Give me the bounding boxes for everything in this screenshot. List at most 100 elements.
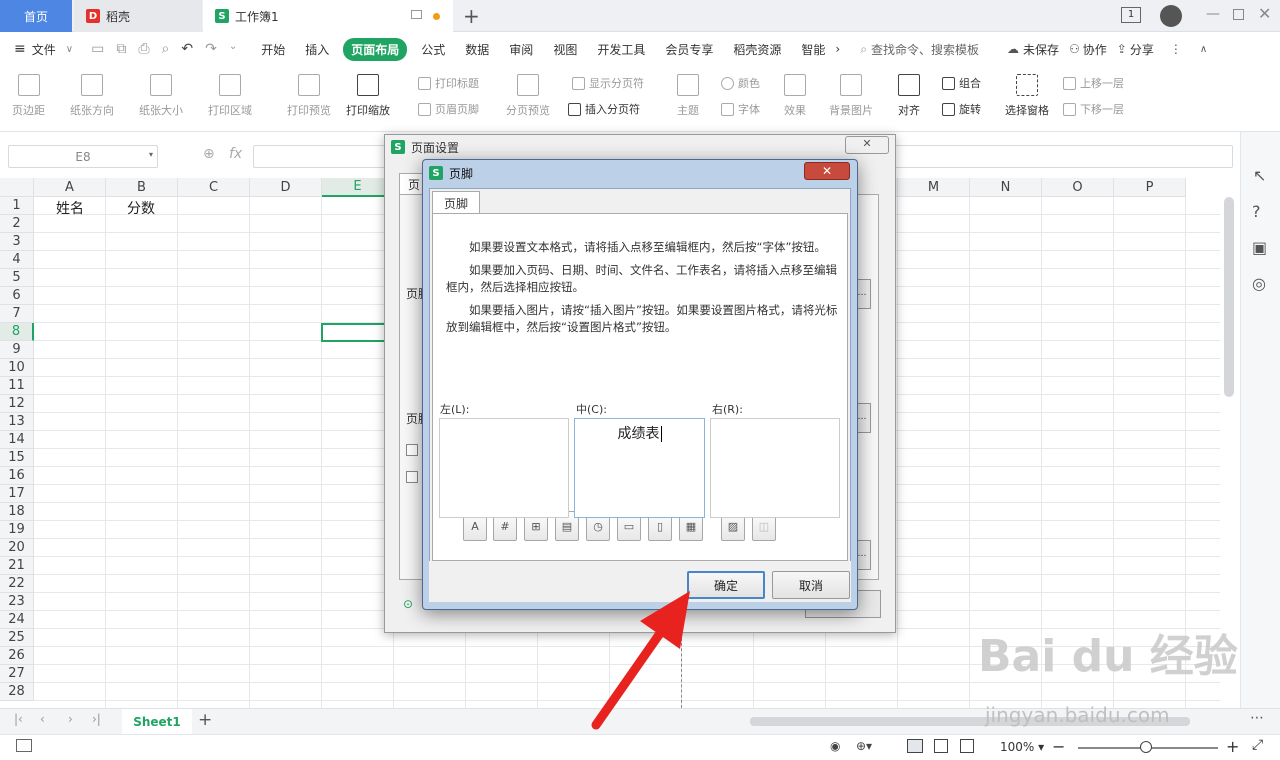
print-preview-button[interactable]: 打印预览 <box>287 74 331 118</box>
print-area-button[interactable]: 打印区域 <box>208 74 252 118</box>
column-header[interactable]: B <box>106 178 178 197</box>
window-icon[interactable] <box>411 10 422 19</box>
row-header[interactable]: 7 <box>0 305 34 323</box>
command-search[interactable]: 查找命令、搜索模板 <box>871 41 979 58</box>
cell-b1[interactable]: 分数 <box>127 198 155 218</box>
row-header[interactable]: 28 <box>0 683 34 701</box>
normal-view-icon[interactable] <box>907 739 923 753</box>
chevron-right-icon[interactable]: › <box>835 42 840 56</box>
row-header[interactable]: 2 <box>0 215 34 233</box>
center-section-input[interactable]: 成绩表 <box>574 418 705 518</box>
unsaved-status[interactable]: 未保存 <box>1023 41 1059 58</box>
color-button[interactable]: 颜色 <box>721 75 760 91</box>
column-header[interactable]: N <box>970 178 1042 197</box>
header-footer-button[interactable]: 页眉页脚 <box>418 101 479 117</box>
insert-page-break-button[interactable]: 插入分页符 <box>568 101 640 117</box>
sheet-tab-sheet1[interactable]: Sheet1 <box>122 709 192 734</box>
collapse-ribbon-icon[interactable]: ∧ <box>1200 44 1207 55</box>
row-header[interactable]: 25 <box>0 629 34 647</box>
page-break-preview-button[interactable]: 分页预览 <box>506 74 550 118</box>
tab-daoke[interactable]: D 稻壳 <box>74 0 202 32</box>
right-section-input[interactable] <box>710 418 840 518</box>
row-header[interactable]: 17 <box>0 485 34 503</box>
column-header[interactable]: A <box>34 178 106 197</box>
group-button[interactable]: 组合 <box>942 75 981 91</box>
row-header[interactable]: 12 <box>0 395 34 413</box>
selection-pane-button[interactable]: 选择窗格 <box>1005 74 1049 118</box>
close-icon[interactable]: ✕ <box>1258 4 1271 23</box>
tab-data[interactable]: 数据 <box>455 41 499 58</box>
checkbox-1[interactable] <box>406 444 418 456</box>
name-box[interactable]: E8 ▾ <box>8 145 158 168</box>
export-icon[interactable]: ⧉ <box>116 41 126 57</box>
macro-record-icon[interactable] <box>16 739 32 752</box>
zoom-level[interactable]: 100% ▾ <box>1000 740 1044 754</box>
column-header[interactable]: C <box>178 178 250 197</box>
print-title-button[interactable]: 打印标题 <box>418 75 479 91</box>
avatar[interactable] <box>1160 5 1182 27</box>
location-icon[interactable]: ◎ <box>1252 274 1266 293</box>
fx-button[interactable]: fx <box>229 146 242 162</box>
tab-smart[interactable]: 智能 <box>791 41 835 58</box>
bring-forward-button[interactable]: 上移一层 <box>1063 75 1124 91</box>
page-break-view-icon[interactable] <box>960 739 974 753</box>
row-header[interactable]: 5 <box>0 269 34 287</box>
minimize-icon[interactable]: — <box>1206 6 1220 22</box>
more-icon[interactable]: ⋮ <box>1170 42 1182 56</box>
cursor-icon[interactable]: ↖ <box>1253 166 1266 185</box>
tab-home[interactable]: 首页 <box>0 0 72 32</box>
margins-button[interactable]: 页边距 <box>12 74 45 118</box>
row-header[interactable]: 24 <box>0 611 34 629</box>
row-header[interactable]: 3 <box>0 233 34 251</box>
zoom-icon[interactable]: ⊕ <box>203 146 215 162</box>
eye-protection-icon[interactable]: ◉ <box>830 739 840 753</box>
background-image-button[interactable]: 背景图片 <box>829 74 873 118</box>
share-button[interactable]: 分享 <box>1130 41 1154 58</box>
close-icon[interactable]: ✕ <box>845 136 889 154</box>
page-layout-view-icon[interactable] <box>934 739 948 753</box>
align-button[interactable]: 对齐 <box>898 74 920 118</box>
zoom-slider-thumb[interactable] <box>1140 741 1152 753</box>
tab-insert[interactable]: 插入 <box>295 41 339 58</box>
row-header[interactable]: 27 <box>0 665 34 683</box>
show-page-break-checkbox[interactable]: 显示分页符 <box>572 75 644 91</box>
hamburger-icon[interactable]: ≡ <box>14 41 26 57</box>
row-header[interactable]: 19 <box>0 521 34 539</box>
tab-formula[interactable]: 公式 <box>411 41 455 58</box>
row-header[interactable]: 16 <box>0 467 34 485</box>
column-header[interactable]: O <box>1042 178 1114 197</box>
chevron-down-icon[interactable]: ∨ <box>66 44 73 55</box>
theme-button[interactable]: 主题 <box>677 74 699 118</box>
row-header[interactable]: 18 <box>0 503 34 521</box>
tab-workbook[interactable]: S 工作簿1 <box>203 0 453 32</box>
center-view-icon[interactable]: ⊕▾ <box>856 739 872 753</box>
save-icon[interactable]: ▭ <box>91 41 104 57</box>
print-preview-icon[interactable]: ⌕ <box>162 41 170 57</box>
next-sheet-icon[interactable]: › <box>68 712 73 726</box>
close-icon[interactable]: ✕ <box>804 162 850 180</box>
column-header[interactable]: D <box>250 178 322 197</box>
zoom-out-icon[interactable]: − <box>1052 737 1065 756</box>
orientation-button[interactable]: 纸张方向 <box>70 74 114 118</box>
print-icon[interactable]: ⎙ <box>138 41 149 57</box>
row-header[interactable]: 14 <box>0 431 34 449</box>
menu-file[interactable]: 文件 <box>26 41 66 58</box>
row-header[interactable]: 6 <box>0 287 34 305</box>
row-header[interactable]: 9 <box>0 341 34 359</box>
effect-button[interactable]: 效果 <box>784 74 806 118</box>
left-section-input[interactable] <box>439 418 569 518</box>
tips-icon[interactable]: ⊙ <box>403 597 413 611</box>
column-header[interactable]: M <box>898 178 970 197</box>
row-header[interactable]: 8 <box>0 323 34 341</box>
tab-start[interactable]: 开始 <box>251 41 295 58</box>
image-tool-icon[interactable]: ▣ <box>1252 238 1267 257</box>
tab-developer[interactable]: 开发工具 <box>587 41 655 58</box>
footer-tab[interactable]: 页脚 <box>432 191 480 214</box>
tab-view[interactable]: 视图 <box>543 41 587 58</box>
fullscreen-icon[interactable]: ⤢ <box>1252 737 1263 753</box>
row-header[interactable]: 22 <box>0 575 34 593</box>
tab-member[interactable]: 会员专享 <box>655 41 723 58</box>
last-sheet-icon[interactable]: ›| <box>92 712 101 726</box>
more-icon[interactable]: ⋯ <box>1250 710 1264 726</box>
row-header[interactable]: 10 <box>0 359 34 377</box>
